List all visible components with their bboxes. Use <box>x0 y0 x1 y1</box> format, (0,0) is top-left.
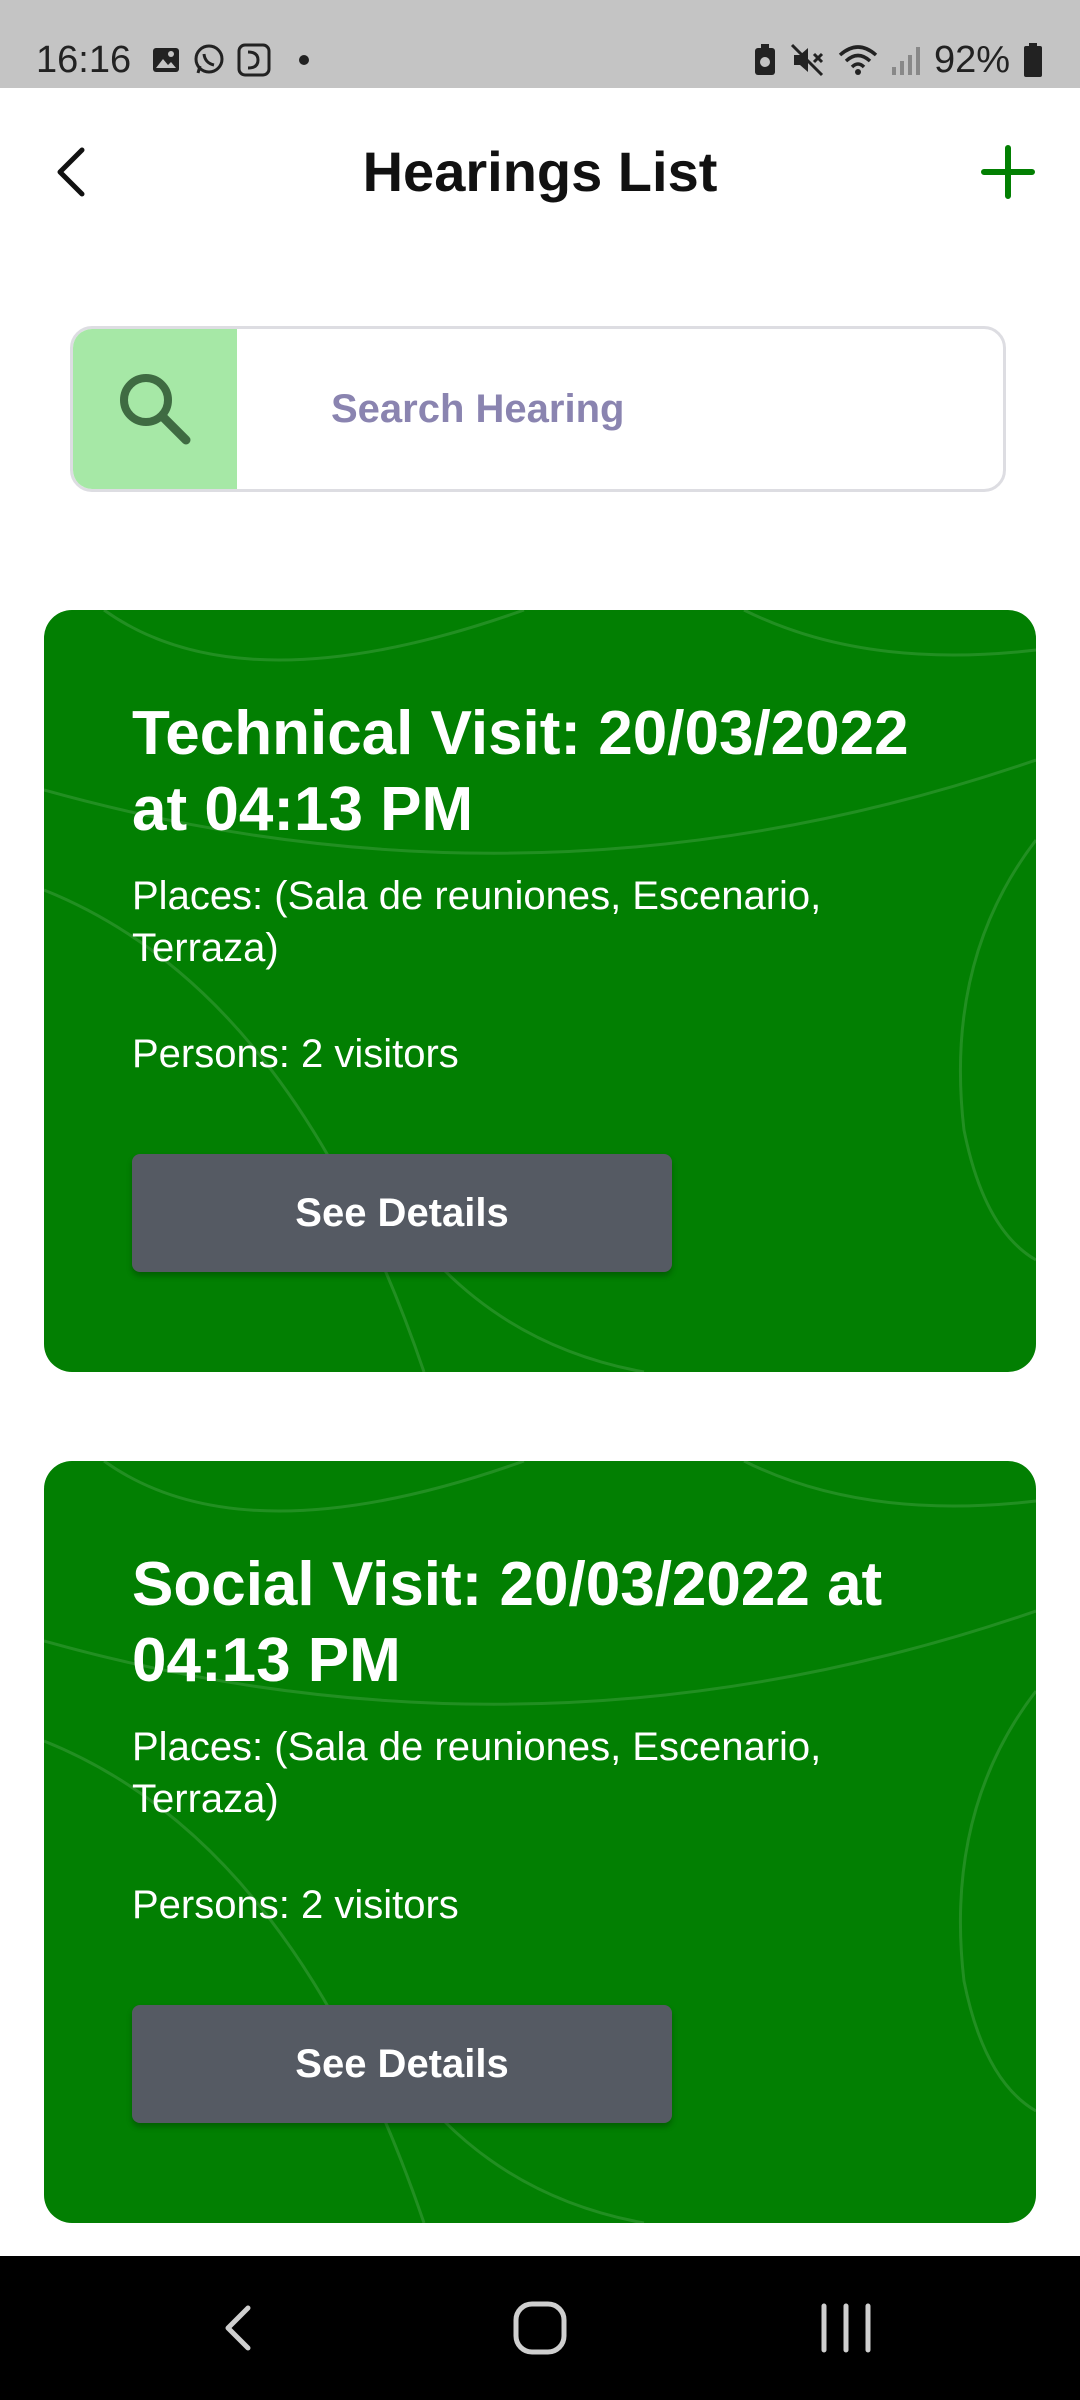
nav-recents-icon <box>821 2303 871 2353</box>
app-icon <box>237 43 271 77</box>
battery-saver-icon <box>754 44 775 75</box>
plus-icon <box>981 145 1035 199</box>
hearing-card: Technical Visit: 20/03/2022 at 04:13 PM … <box>44 610 1036 1372</box>
navigation-bar <box>0 2256 1080 2400</box>
status-bar: 16:16 92% <box>0 0 1080 88</box>
card-persons: Persons: 2 visitors <box>132 1883 459 1927</box>
nav-home-icon <box>513 2301 567 2355</box>
nav-back-icon <box>225 2305 251 2351</box>
status-right-icons: 92% <box>752 36 1044 84</box>
page-title: Hearings List <box>362 140 718 203</box>
hearing-card: Social Visit: 20/03/2022 at 04:13 PM Pla… <box>44 1461 1036 2223</box>
battery-percent: 92% <box>933 39 1010 81</box>
mute-icon <box>790 43 823 77</box>
header: Hearings List <box>0 88 1080 258</box>
status-left-icons <box>150 40 312 80</box>
status-time: 16:16 <box>36 39 132 81</box>
nav-home-button[interactable] <box>500 2288 580 2368</box>
search-icon <box>120 374 191 445</box>
card-places: Places: (Sala de reuniones, Escenario, T… <box>132 1725 822 1821</box>
search-bar <box>70 326 1006 492</box>
wifi-icon <box>838 45 878 75</box>
add-hearing-button[interactable] <box>974 138 1042 206</box>
whatsapp-icon <box>194 44 224 74</box>
dot-icon <box>299 55 309 65</box>
gallery-icon <box>153 48 179 72</box>
see-details-button[interactable]: See Details <box>132 1154 672 1272</box>
battery-icon <box>1024 43 1042 77</box>
see-details-button[interactable]: See Details <box>132 2005 672 2123</box>
search-icon-button[interactable] <box>73 329 237 489</box>
card-title: Technical Visit: 20/03/2022 at 04:13 PM <box>132 699 909 844</box>
card-title: Social Visit: 20/03/2022 at 04:13 PM <box>132 1550 883 1695</box>
nav-back-button[interactable] <box>200 2288 280 2368</box>
signal-icon <box>891 47 920 75</box>
search-input[interactable] <box>237 329 1003 489</box>
nav-recents-button[interactable] <box>806 2288 886 2368</box>
card-places: Places: (Sala de reuniones, Escenario, T… <box>132 874 822 970</box>
card-persons: Persons: 2 visitors <box>132 1032 459 1076</box>
